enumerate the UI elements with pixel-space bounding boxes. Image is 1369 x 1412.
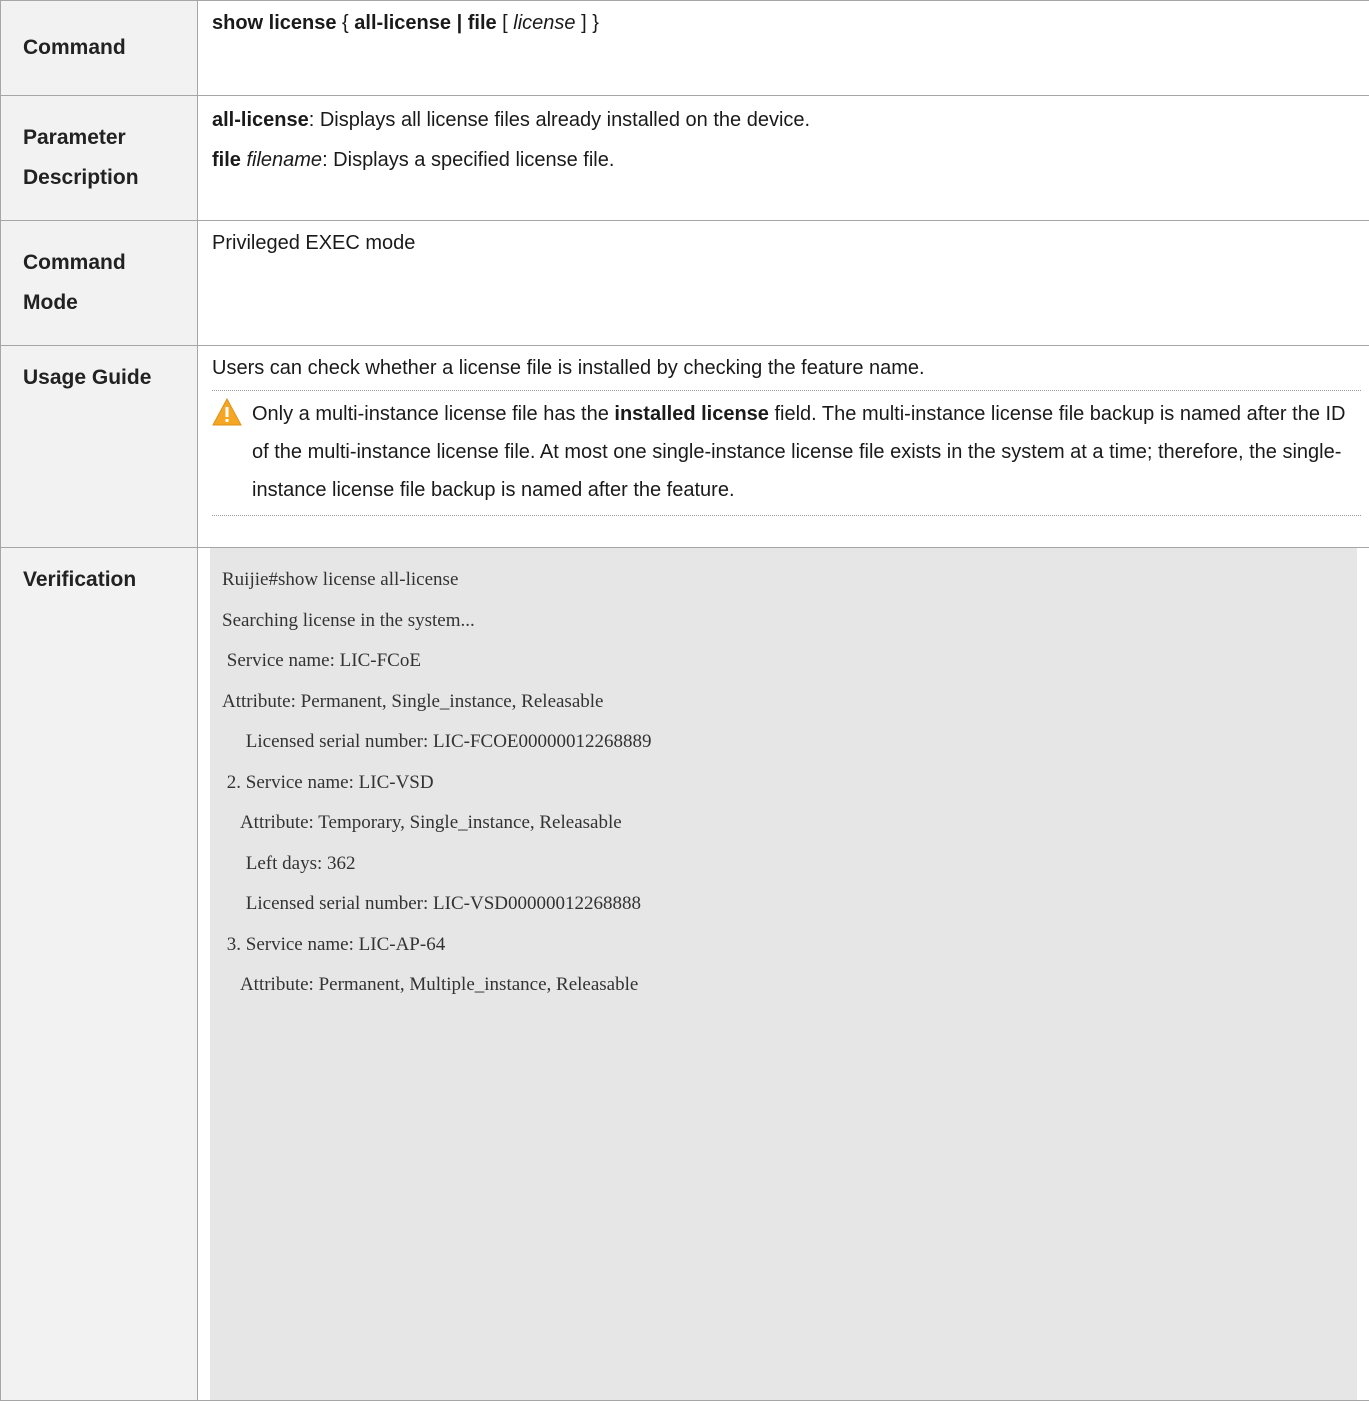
code-line: Attribute: Permanent, Multiple_instance,… [222,965,1357,1006]
label-cell-usage: Usage Guide [1,346,198,548]
usage-note-text: Only a multi-instance license file has t… [252,395,1361,509]
row-parameter: Parameter Description all-license: Displ… [1,96,1369,221]
syntax-keyword: show license [212,12,337,34]
code-line: Service name: LIC-FCoE [222,641,1357,682]
command-mode-cell: Privileged EXEC mode [198,221,1369,346]
verification-cell: Ruijie#show license all-license Searchin… [198,548,1369,1401]
syntax-argument: license [513,12,575,34]
code-line: 2. Service name: LIC-VSD [222,763,1357,804]
row-verification: Verification Ruijie#show license all-lic… [1,548,1369,1401]
code-line: Attribute: Temporary, Single_instance, R… [222,803,1357,844]
label-cell-mode: Command Mode [1,221,198,346]
parameter-description-cell: all-license: Displays all license files … [198,96,1369,221]
syntax-option: all-license | file [354,12,496,34]
label-cell-parameter: Parameter Description [1,96,198,221]
usage-guide-cell: Users can check whether a license file i… [198,346,1369,548]
code-line: Licensed serial number: LIC-FCOE00000012… [222,722,1357,763]
row-usage: Usage Guide Users can check whether a li… [1,346,1369,548]
row-label: Parameter Description [1,96,197,220]
label-cell-verification: Verification [1,548,198,1401]
code-line: Left days: 362 [222,844,1357,885]
code-line: 3. Service name: LIC-AP-64 [222,925,1357,966]
usage-text: Users can check whether a license file i… [212,354,1361,391]
row-mode: Command Mode Privileged EXEC mode [1,221,1369,346]
code-line: Licensed serial number: LIC-VSD000000122… [222,884,1357,925]
row-label: Command Mode [1,221,197,345]
usage-note: Only a multi-instance license file has t… [212,395,1361,516]
command-mode-text: Privileged EXEC mode [212,232,415,254]
row-label: Command [1,1,197,95]
verification-code-block: Ruijie#show license all-license Searchin… [210,548,1357,1400]
parameter-item: all-license: Displays all license files … [212,106,1357,134]
syntax-brace-open: { [337,12,355,34]
row-command: Command show license { all-license | fil… [1,1,1369,96]
warning-icon [212,398,242,426]
command-reference-table: Command show license { all-license | fil… [0,0,1369,1401]
code-line: Searching license in the system... [222,601,1357,642]
command-syntax-cell: show license { all-license | file [ lice… [198,1,1369,96]
row-label: Verification [1,548,197,1412]
label-cell-command: Command [1,1,198,96]
code-line: Attribute: Permanent, Single_instance, R… [222,682,1357,723]
row-label: Usage Guide [1,346,197,559]
code-line: Ruijie#show license all-license [222,560,1357,601]
syntax-bracket-open: [ [497,12,514,34]
parameter-item: file filename: Displays a specified lice… [212,146,1357,174]
syntax-bracket-close: ] } [576,12,599,34]
